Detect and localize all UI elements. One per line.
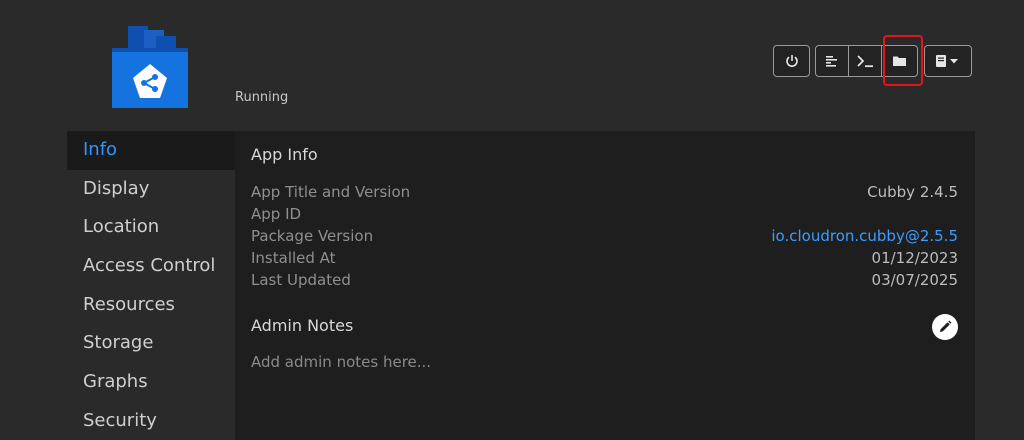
info-row-app-id: App ID bbox=[251, 203, 958, 225]
sidebar-item-resources[interactable]: Resources bbox=[67, 286, 235, 325]
sidebar-item-storage[interactable]: Storage bbox=[67, 324, 235, 363]
admin-notes-placeholder[interactable]: Add admin notes here... bbox=[251, 353, 431, 371]
app-info-title: App Info bbox=[251, 145, 318, 164]
terminal-button[interactable] bbox=[848, 45, 882, 77]
docs-dropdown-button[interactable] bbox=[924, 45, 972, 77]
toolbar-group bbox=[815, 45, 918, 77]
package-version-link[interactable]: io.cloudron.cubby@2.5.5 bbox=[771, 227, 958, 245]
info-label: App Title and Version bbox=[251, 183, 411, 201]
pencil-icon bbox=[940, 320, 952, 332]
cubby-share-folder-icon bbox=[112, 26, 188, 108]
terminal-icon bbox=[857, 55, 873, 68]
info-row-package-version: Package Version io.cloudron.cubby@2.5.5 bbox=[251, 225, 958, 247]
file-manager-button[interactable] bbox=[881, 45, 918, 77]
book-dropdown-icon bbox=[936, 55, 958, 67]
info-label: Package Version bbox=[251, 227, 374, 245]
app-toolbar bbox=[773, 45, 972, 77]
info-value: Cubby 2.4.5 bbox=[867, 183, 958, 201]
info-value: 03/07/2025 bbox=[871, 271, 958, 289]
settings-sidebar: Info Display Location Access Control Res… bbox=[67, 131, 235, 440]
sidebar-item-security[interactable]: Security bbox=[67, 402, 235, 440]
app-logo bbox=[112, 26, 188, 108]
sidebar-item-display[interactable]: Display bbox=[67, 170, 235, 209]
logs-icon bbox=[826, 56, 837, 67]
folder-icon bbox=[893, 56, 906, 66]
sidebar-item-access-control[interactable]: Access Control bbox=[67, 247, 235, 286]
info-label: Last Updated bbox=[251, 271, 351, 289]
logs-button[interactable] bbox=[815, 45, 849, 77]
info-value: 01/12/2023 bbox=[871, 249, 958, 267]
info-label: App ID bbox=[251, 205, 302, 223]
admin-notes-title: Admin Notes bbox=[251, 316, 354, 335]
info-row-last-updated: Last Updated 03/07/2025 bbox=[251, 269, 958, 291]
power-icon bbox=[785, 55, 798, 67]
app-status: Running bbox=[235, 90, 289, 105]
sidebar-item-graphs[interactable]: Graphs bbox=[67, 363, 235, 402]
info-panel: App Info App Title and Version Cubby 2.4… bbox=[235, 131, 975, 440]
info-row-installed-at: Installed At 01/12/2023 bbox=[251, 247, 958, 269]
info-row-title-version: App Title and Version Cubby 2.4.5 bbox=[251, 181, 958, 203]
info-label: Installed At bbox=[251, 249, 336, 267]
restart-button[interactable] bbox=[773, 45, 810, 77]
sidebar-item-location[interactable]: Location bbox=[67, 208, 235, 247]
edit-notes-button[interactable] bbox=[932, 314, 958, 340]
sidebar-item-info[interactable]: Info bbox=[67, 131, 235, 170]
